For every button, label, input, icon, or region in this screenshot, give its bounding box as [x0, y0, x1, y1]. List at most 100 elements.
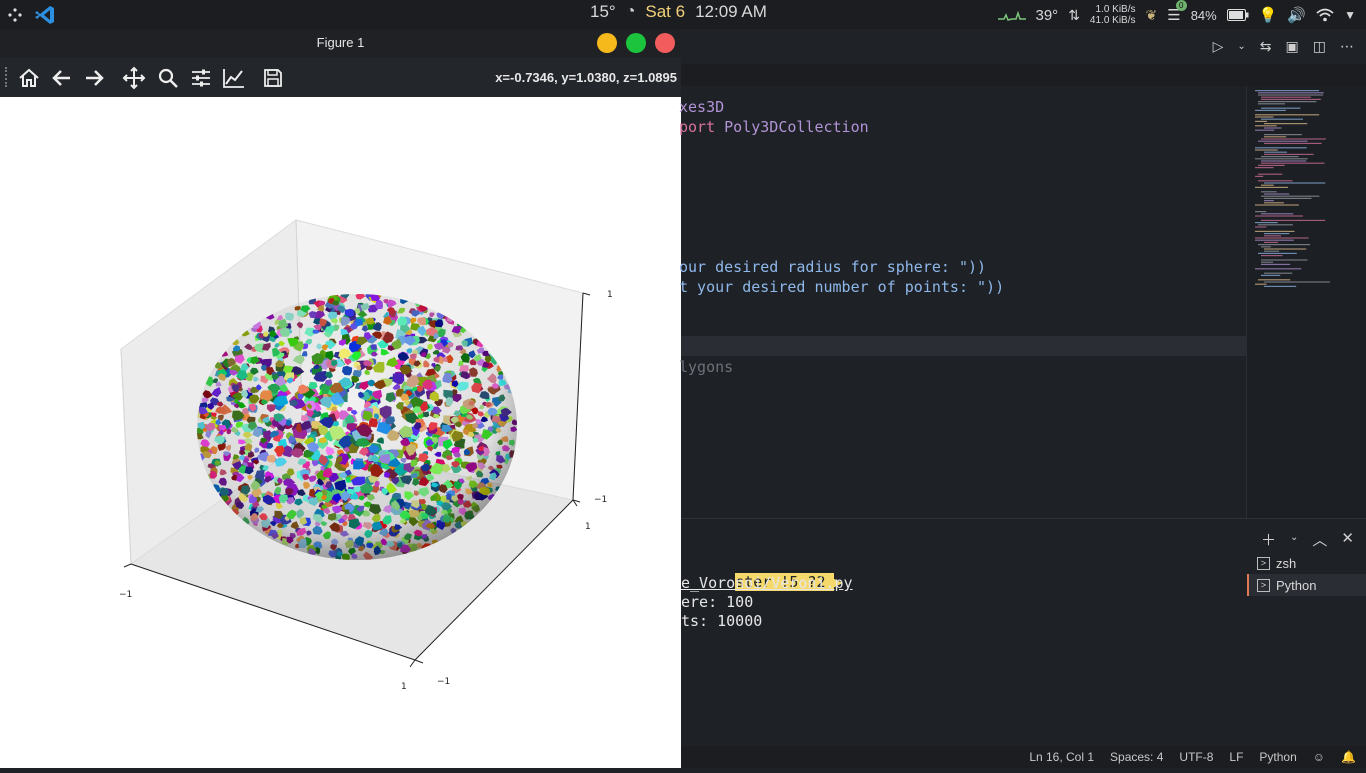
terminal-tab-python[interactable]: > Python: [1247, 574, 1366, 596]
minimap-line: [1264, 142, 1322, 144]
pan-button[interactable]: [120, 65, 148, 91]
minimap-line: [1264, 285, 1297, 287]
minimap-line: [1264, 233, 1290, 235]
chevron-down-icon[interactable]: ⌄: [1237, 41, 1245, 55]
minimap[interactable]: [1246, 86, 1366, 518]
minimap-line: [1258, 173, 1283, 175]
plot-canvas[interactable]: 1 −1 1 −1 1 −1: [0, 97, 681, 768]
minimap-line: [1255, 114, 1320, 116]
minimap-line: [1255, 211, 1267, 213]
minimap-line: [1264, 127, 1282, 129]
forward-button[interactable]: [80, 65, 108, 91]
minimap-line: [1255, 167, 1274, 169]
minimap-line: [1261, 107, 1301, 109]
minimap-line: [1258, 94, 1324, 96]
lightbulb-icon[interactable]: 💡: [1259, 6, 1278, 24]
status-indentation[interactable]: Spaces: 4: [1110, 750, 1163, 764]
preview-icon[interactable]: ▣: [1286, 38, 1299, 55]
status-cursor-position[interactable]: Ln 16, Col 1: [1029, 750, 1094, 764]
edit-axis-button[interactable]: [220, 65, 248, 91]
maximize-button[interactable]: [626, 33, 646, 53]
apps-icon[interactable]: [6, 6, 24, 24]
terminal-tab-label: Python: [1276, 577, 1317, 593]
minimap-line: [1264, 182, 1326, 184]
chevron-down-icon[interactable]: ▼: [1344, 8, 1356, 22]
close-button[interactable]: [655, 33, 675, 53]
minimap-line: [1261, 96, 1311, 98]
code-area[interactable]: xes3D port Poly3DCollection our desired …: [679, 86, 1246, 518]
minimap-line: [1258, 140, 1308, 142]
status-bar: Ln 16, Col 1 Spaces: 4 UTF-8 LF Python ☺…: [681, 746, 1366, 768]
current-line-highlight: [681, 336, 1246, 356]
terminal-output-points: ts: 10000: [681, 612, 763, 630]
zoom-button[interactable]: [154, 65, 182, 91]
status-language[interactable]: Python: [1259, 750, 1296, 764]
save-icon: [264, 69, 282, 87]
y-tick-bottom: −1: [437, 677, 450, 687]
battery-icon[interactable]: [1226, 9, 1249, 21]
wifi-icon[interactable]: [1316, 8, 1334, 22]
configure-icon: [192, 69, 210, 87]
configure-button[interactable]: [187, 65, 215, 91]
cursor-coordinates: x=-0.7346, y=1.0380, z=1.0895: [495, 70, 677, 85]
home-button[interactable]: [15, 65, 43, 91]
chevron-down-icon[interactable]: ⌄: [1290, 532, 1298, 550]
minimap-line: [1255, 147, 1307, 149]
x-tick-right: 1: [585, 522, 591, 532]
terminal-list: > zsh > Python: [1247, 552, 1366, 596]
maximize-panel-icon[interactable]: ︿: [1312, 529, 1327, 550]
minimap-line: [1255, 175, 1264, 177]
minimap-line: [1261, 219, 1326, 221]
figure-titlebar[interactable]: Figure 1: [0, 29, 681, 58]
toolbar-grip[interactable]: [5, 67, 9, 87]
minimap-line: [1255, 149, 1278, 151]
feedback-icon[interactable]: ☺: [1313, 750, 1325, 764]
run-icon[interactable]: ▷: [1213, 38, 1224, 55]
more-actions-icon[interactable]: ⋯: [1340, 38, 1354, 55]
net-speed: 1.0 KiB/s 41.0 KiB/s: [1090, 4, 1136, 26]
minimap-line: [1255, 109, 1286, 111]
minimap-line: [1261, 162, 1325, 164]
back-button[interactable]: [48, 65, 76, 91]
minimap-preview: [1255, 90, 1331, 287]
terminal-path[interactable]: e_Voronoi/Veroni.py: [681, 574, 853, 592]
minimap-line: [1264, 197, 1312, 199]
save-button[interactable]: [259, 65, 287, 91]
forward-arrow-icon: [86, 70, 104, 86]
clock-time[interactable]: 12:09 AM: [695, 2, 767, 22]
figure-toolbar: x=-0.7346, y=1.0380, z=1.0895: [0, 58, 681, 97]
compare-icon[interactable]: ⇆: [1260, 38, 1272, 55]
minimap-line: [1255, 125, 1277, 127]
z-tick-bottom: −1: [594, 495, 607, 505]
minimap-line: [1258, 164, 1285, 166]
battery-percent[interactable]: 84%: [1191, 8, 1217, 23]
code-line: t your desired number of points: ")): [679, 278, 1005, 296]
clock-date[interactable]: Sat 6: [645, 2, 685, 22]
z-tick-top: 1: [607, 290, 613, 300]
new-terminal-icon[interactable]: ＋: [1261, 529, 1276, 550]
sphere-voronoi-plot[interactable]: 1 −1 1 −1 1 −1: [0, 97, 681, 768]
minimap-line: [1261, 274, 1281, 276]
leaf-icon[interactable]: ❦: [1146, 7, 1158, 24]
minimap-line: [1261, 255, 1283, 257]
split-editor-icon[interactable]: ◫: [1313, 38, 1326, 55]
minimap-line: [1258, 103, 1286, 105]
code-line: our desired radius for sphere: ")): [679, 258, 987, 276]
minimap-line: [1261, 160, 1307, 162]
net-down: 41.0 KiB/s: [1089, 15, 1136, 26]
minimap-line: [1264, 200, 1274, 202]
minimap-line: [1255, 129, 1275, 131]
terminal-tab-zsh[interactable]: > zsh: [1247, 552, 1366, 574]
vscode-icon[interactable]: [34, 4, 56, 26]
minimap-line: [1264, 272, 1293, 274]
close-panel-icon[interactable]: ✕: [1341, 529, 1354, 550]
back-arrow-icon: [52, 70, 70, 86]
status-encoding[interactable]: UTF-8: [1179, 750, 1213, 764]
cpu-graph-icon: [997, 10, 1026, 21]
bell-icon[interactable]: 🔔: [1341, 750, 1356, 764]
volume-icon[interactable]: 🔊: [1287, 6, 1306, 24]
updates-icon[interactable]: ☰ 0: [1167, 0, 1187, 24]
status-eol[interactable]: LF: [1229, 750, 1243, 764]
minimize-button[interactable]: [597, 33, 617, 53]
minimap-line: [1255, 158, 1308, 160]
